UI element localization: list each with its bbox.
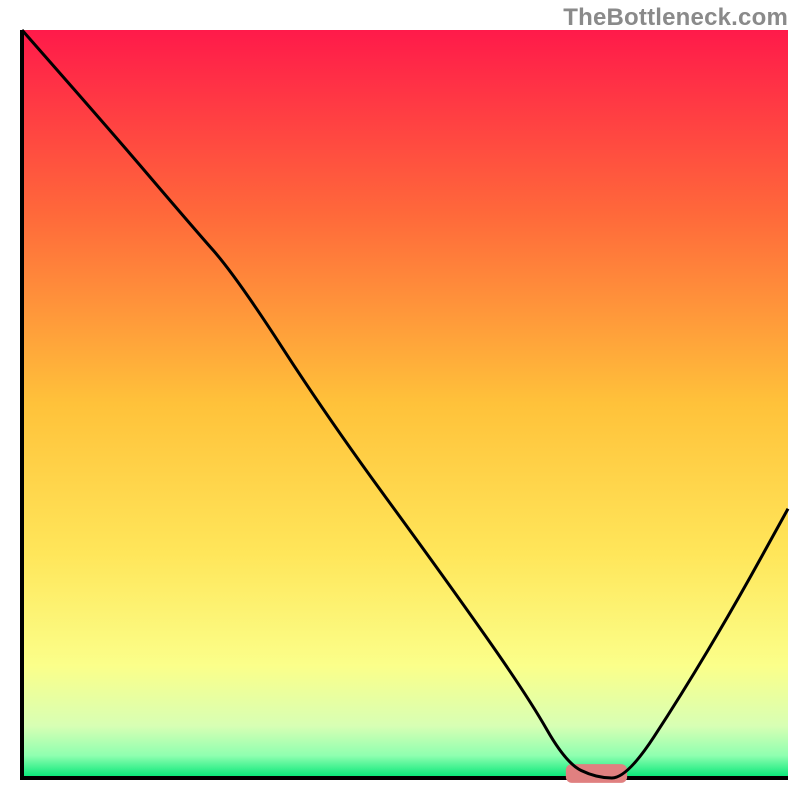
chart-svg: [0, 0, 800, 800]
watermark-label: TheBottleneck.com: [563, 4, 788, 32]
plot-background: [22, 30, 788, 778]
chart-container: TheBottleneck.com: [0, 0, 800, 800]
